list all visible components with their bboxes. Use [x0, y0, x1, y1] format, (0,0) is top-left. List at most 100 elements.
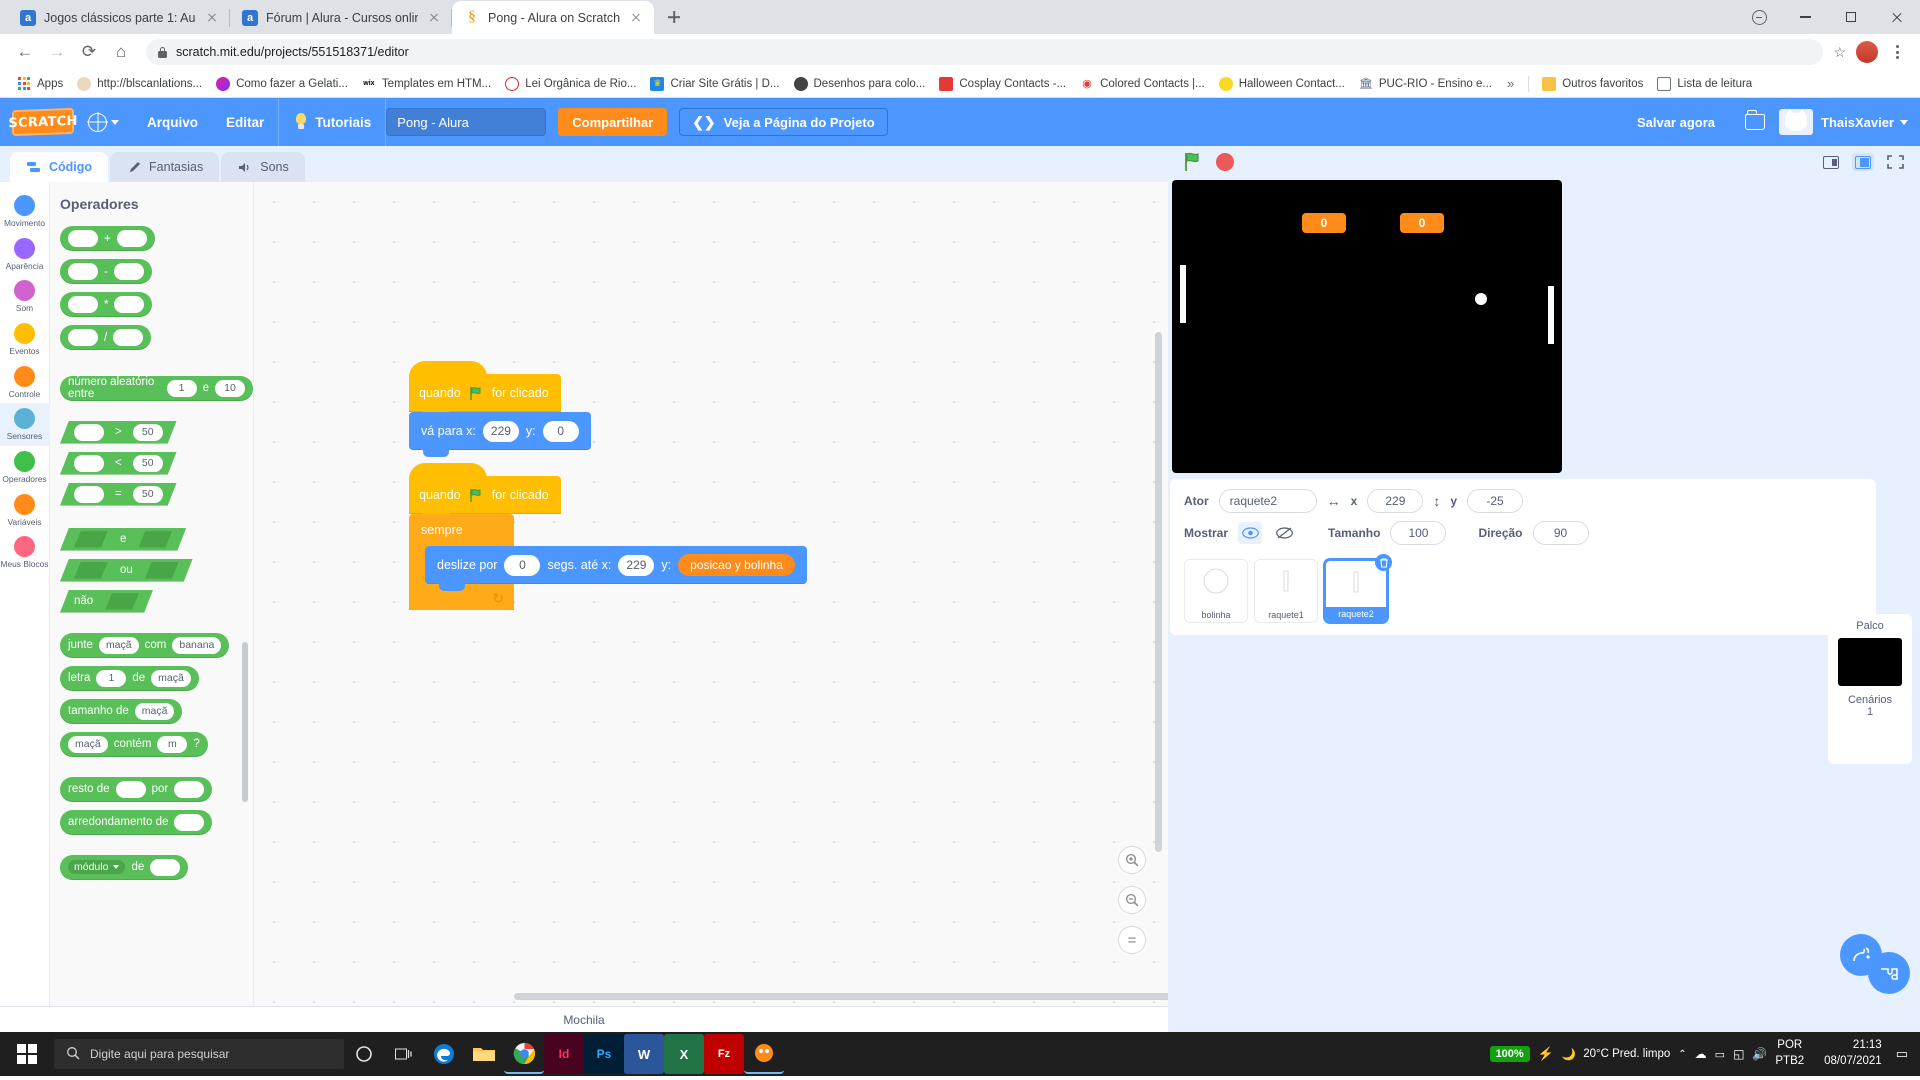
onedrive-icon[interactable]: ☁: [1695, 1047, 1707, 1061]
chrome-icon[interactable]: [504, 1034, 544, 1074]
address-bar[interactable]: scratch.mit.edu/projects/551518371/edito…: [146, 39, 1824, 65]
menu-file[interactable]: Arquivo: [133, 98, 212, 146]
letter-index[interactable]: 1: [96, 669, 127, 687]
edge-icon[interactable]: [424, 1034, 464, 1074]
close-icon[interactable]: [426, 10, 442, 26]
large-stage-icon[interactable]: [1852, 153, 1874, 171]
block-mathop[interactable]: módulo de: [60, 854, 189, 880]
task-view-icon[interactable]: [384, 1034, 424, 1074]
block-when-flag-clicked[interactable]: quando for clicado: [409, 463, 561, 521]
operand-left[interactable]: [68, 263, 98, 280]
code-canvas[interactable]: quando for clicado vá para x: 229 y: 0 q…: [254, 182, 1168, 1006]
operand-left[interactable]: [74, 424, 104, 441]
goto-y-value[interactable]: 0: [542, 420, 579, 442]
category-eventos[interactable]: Eventos: [0, 318, 50, 361]
bool-slot-left[interactable]: [74, 531, 108, 548]
username-label[interactable]: ThaisXavier: [1813, 115, 1900, 130]
bookmark-other-favorites[interactable]: Outros favoritos: [1535, 74, 1650, 94]
volume-icon[interactable]: 🔊: [1752, 1047, 1767, 1061]
block-forever[interactable]: sempre ↻ deslize por 0 segs. até x: 229: [409, 514, 807, 610]
mod-value-a[interactable]: [115, 780, 146, 798]
palette-scrollbar[interactable]: [242, 642, 248, 802]
block-and[interactable]: e: [60, 528, 186, 551]
category-movimento[interactable]: Movimento: [0, 190, 50, 233]
canvas-vertical-scrollbar[interactable]: [1155, 332, 1162, 852]
search-input[interactable]: Digite aqui para pesquisar: [54, 1039, 344, 1069]
block-length-of[interactable]: tamanho de maçã: [60, 698, 183, 724]
photoshop-icon[interactable]: Ps: [584, 1034, 624, 1074]
round-value[interactable]: [174, 813, 205, 831]
operand-left[interactable]: [74, 486, 104, 503]
windows-start-icon[interactable]: [4, 1032, 50, 1076]
operand-left[interactable]: [68, 230, 98, 247]
show-hidden-icon[interactable]: [1272, 522, 1296, 544]
avatar[interactable]: [1856, 41, 1878, 63]
contains-haystack[interactable]: maçã: [68, 735, 108, 753]
category-controle[interactable]: Controle: [0, 361, 50, 404]
bookmark-item[interactable]: Lei Orgânica de Rio...: [498, 74, 643, 94]
category-operadores[interactable]: Operadores: [0, 446, 50, 489]
show-visible-icon[interactable]: [1238, 522, 1263, 544]
random-min[interactable]: 1: [166, 379, 197, 397]
block-operator-divide[interactable]: /: [60, 325, 152, 350]
word-icon[interactable]: W: [624, 1034, 664, 1074]
language-indicator[interactable]: POR PTB2: [1775, 1038, 1810, 1069]
length-value[interactable]: maçã: [134, 702, 175, 720]
back-button[interactable]: ←: [10, 37, 40, 67]
share-button[interactable]: Compartilhar: [558, 108, 668, 136]
clock[interactable]: 21:13 08/07/2021: [1818, 1038, 1888, 1069]
bookmark-star-icon[interactable]: ☆: [1833, 44, 1846, 61]
operand-right[interactable]: [114, 296, 145, 313]
zoom-in-button[interactable]: [1118, 846, 1146, 874]
category-som[interactable]: Som: [0, 275, 50, 318]
cortana-icon[interactable]: [344, 1034, 384, 1074]
menu-tutorials[interactable]: Tutoriais: [279, 98, 385, 146]
tab-sons[interactable]: Sons: [221, 152, 305, 182]
bookmark-item[interactable]: Desenhos para colo...: [787, 74, 933, 94]
folder-icon[interactable]: [1745, 110, 1765, 130]
browser-tab-3[interactable]: § Pong - Alura on Scratch: [452, 1, 655, 34]
project-page-button[interactable]: ❮❯ Veja a Página do Projeto: [679, 108, 888, 136]
tab-codigo[interactable]: Código: [10, 152, 109, 182]
y-position-input[interactable]: [1467, 489, 1524, 513]
zoom-reset-button[interactable]: =: [1118, 926, 1146, 954]
block-go-to-xy[interactable]: vá para x: 229 y: 0: [409, 412, 591, 457]
indesign-icon[interactable]: Id: [544, 1034, 584, 1074]
block-operator-multiply[interactable]: *: [60, 292, 153, 317]
backpack-bar[interactable]: Mochila: [0, 1006, 1168, 1032]
operand-left[interactable]: [68, 329, 98, 346]
close-icon[interactable]: [628, 10, 644, 26]
block-when-flag-clicked[interactable]: quando for clicado: [409, 361, 561, 419]
sprite-card-raquete2[interactable]: raquete2: [1324, 554, 1392, 623]
zoom-out-button[interactable]: [1118, 886, 1146, 914]
bookmark-item[interactable]: Cosplay Contacts -...: [932, 74, 1073, 94]
script-1[interactable]: quando for clicado vá para x: 229 y: 0: [409, 361, 591, 457]
canvas-horizontal-scrollbar[interactable]: [514, 993, 1168, 1000]
profile-circle-icon[interactable]: [1736, 1, 1782, 33]
usb-icon[interactable]: ▭: [1715, 1048, 1725, 1061]
green-flag-icon[interactable]: [1182, 151, 1204, 173]
script-2[interactable]: quando for clicado sempre ↻ deslize por …: [409, 463, 807, 610]
sprite-name-input[interactable]: [1218, 489, 1317, 513]
close-window-button[interactable]: [1874, 1, 1920, 33]
category-aparencia[interactable]: Aparência: [0, 233, 50, 276]
scratch-logo[interactable]: SCRATCH: [8, 107, 78, 137]
mathop-dropdown[interactable]: módulo: [68, 860, 126, 874]
filezilla-icon[interactable]: Fz: [704, 1034, 744, 1074]
operand-right[interactable]: 50: [133, 455, 163, 472]
save-now-button[interactable]: Salvar agora: [1621, 115, 1731, 130]
file-explorer-icon[interactable]: [464, 1034, 504, 1074]
bookmark-item[interactable]: 🏛 PUC-RIO - Ensino e...: [1352, 74, 1499, 94]
bool-slot[interactable]: [105, 593, 139, 610]
bool-slot-right[interactable]: [145, 562, 179, 579]
bookmark-item[interactable]: wix Templates em HTM...: [355, 74, 498, 94]
notifications-icon[interactable]: ▭: [1896, 1046, 1908, 1062]
block-operator-subtract[interactable]: -: [60, 259, 152, 284]
sprite-card-bolinha[interactable]: bolinha: [1184, 559, 1248, 623]
bool-slot-left[interactable]: [74, 562, 108, 579]
tab-fantasias[interactable]: Fantasias: [110, 152, 220, 182]
mathop-value[interactable]: [150, 858, 181, 876]
tray-chevron-icon[interactable]: ⌃: [1678, 1049, 1686, 1060]
goto-x-value[interactable]: 229: [482, 420, 519, 442]
browser-tab-2[interactable]: a Fórum | Alura - Cursos online de: [230, 1, 452, 34]
